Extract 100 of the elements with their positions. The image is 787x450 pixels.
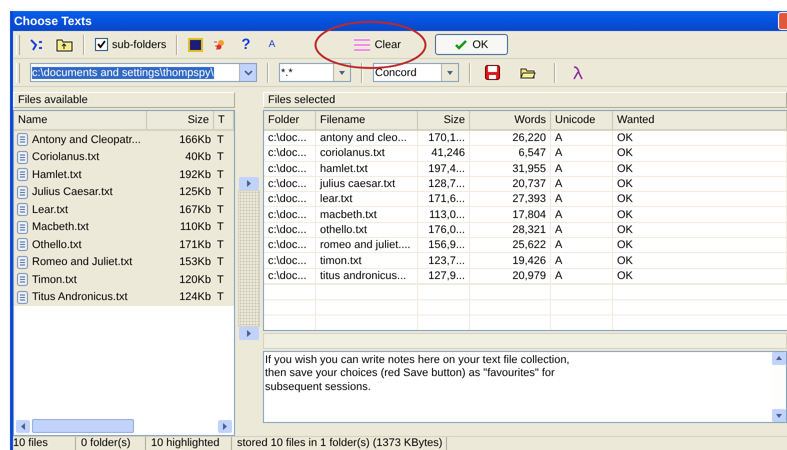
column-header[interactable]: T <box>214 111 234 129</box>
document-icon <box>17 150 28 164</box>
scroll-right-button[interactable] <box>218 420 232 432</box>
column-header[interactable]: Size <box>418 111 470 131</box>
status-text: 10 highlighted <box>151 437 232 450</box>
column-header[interactable]: Name <box>14 111 147 129</box>
pane-title: Files selected <box>263 92 787 108</box>
check-icon <box>455 40 468 50</box>
table-cell: c:\doc... <box>264 162 316 177</box>
table-cell: OK <box>613 131 787 146</box>
open-folder-icon[interactable] <box>520 66 536 78</box>
scrollbar-thumb[interactable] <box>32 419 134 433</box>
table-cell: 25,622 <box>470 238 551 254</box>
table-cell: 123,7... <box>418 253 470 269</box>
scroll-left-button[interactable] <box>16 420 30 432</box>
file-name: Julius Caesar.txt <box>32 186 113 198</box>
table-cell: OK <box>613 162 787 177</box>
table-cell: A <box>551 162 613 177</box>
subfolders-checkbox[interactable]: sub-folders <box>95 38 166 51</box>
table-cell: c:\doc... <box>264 207 316 223</box>
table-cell: 170,1... <box>418 131 470 146</box>
table-cell: 197,4... <box>418 162 470 177</box>
font-button[interactable]: A <box>268 39 276 50</box>
status-text: stored 10 files in 1 folder(s) (1373 KBytes) <box>237 437 448 450</box>
table-cell: A <box>551 253 613 269</box>
dropdown-arrow-icon <box>339 69 345 76</box>
column-header[interactable]: Unicode <box>551 111 613 131</box>
table-cell: OK <box>613 176 787 192</box>
folder-up-icon[interactable] <box>56 38 73 52</box>
arrow-icon <box>776 354 782 362</box>
save-icon[interactable] <box>485 65 500 80</box>
scroll-up-button[interactable] <box>772 352 786 365</box>
file-type: T <box>217 186 224 198</box>
table-cell: julius caesar.txt <box>316 176 418 192</box>
table-cell: 6,547 <box>470 146 551 162</box>
table-cell: antony and cleo... <box>316 131 418 146</box>
table-cell: 28,321 <box>470 222 551 238</box>
column-header[interactable]: Wanted <box>613 111 787 131</box>
file-name: Romeo and Juliet.txt <box>32 256 132 268</box>
table-cell: c:\doc... <box>264 253 316 269</box>
lambda-icon[interactable] <box>572 66 584 80</box>
add-all-button[interactable] <box>239 327 259 340</box>
column-header[interactable]: Words <box>470 111 551 131</box>
table-cell: 128,7... <box>418 176 470 192</box>
document-icon <box>17 238 28 252</box>
file-name: Titus Andronicus.txt <box>32 291 128 304</box>
table-cell: 26,220 <box>470 131 551 146</box>
table-cell: 31,955 <box>470 162 551 177</box>
status-text: 10 files <box>13 437 76 450</box>
table-cell: othello.txt <box>316 222 418 238</box>
file-type: T <box>217 238 224 251</box>
document-icon <box>17 273 28 286</box>
table-cell: 19,426 <box>470 253 551 269</box>
document-icon <box>17 256 28 269</box>
checkbox-icon[interactable] <box>95 38 108 51</box>
program-combo[interactable]: Concord <box>373 63 459 82</box>
ok-button[interactable]: OK <box>435 34 508 55</box>
file-size: 110Kb <box>180 221 211 234</box>
table-cell: c:\doc... <box>264 146 316 162</box>
table-cell: A <box>551 192 613 208</box>
help-button[interactable]: ? <box>241 36 251 53</box>
table-cell: macbeth.txt <box>316 207 418 223</box>
table-cell: OK <box>613 253 787 269</box>
file-type: T <box>217 274 224 286</box>
table-cell: OK <box>613 268 787 284</box>
table-cell: OK <box>613 222 787 238</box>
filter-combo[interactable]: *.* <box>279 63 351 82</box>
table-cell: A <box>551 146 613 162</box>
document-icon <box>17 290 28 304</box>
table-cell: A <box>551 131 613 146</box>
add-button[interactable] <box>239 177 259 190</box>
table-cell: c:\doc... <box>264 176 316 192</box>
table-cell: OK <box>613 192 787 208</box>
color-square-icon[interactable] <box>188 38 204 52</box>
path-combo[interactable]: c:\documents and settings\thompspy\ <box>30 63 257 82</box>
table-cell: A <box>551 222 613 238</box>
table-cell: c:\doc... <box>264 222 316 238</box>
file-name: Coriolanus.txt <box>32 151 100 164</box>
file-size: 192Kb <box>179 168 211 181</box>
file-name: Timon.txt <box>32 274 77 286</box>
file-name: Macbeth.txt <box>32 221 89 234</box>
table-cell: 156,9... <box>418 238 470 254</box>
file-size: 171Kb <box>179 238 211 251</box>
file-size: 166Kb <box>179 134 211 146</box>
arrow-icon <box>776 412 782 419</box>
table-cell: 41,246 <box>418 146 470 162</box>
file-size: 125Kb <box>179 186 211 198</box>
table-cell: 20,737 <box>470 176 551 192</box>
column-header[interactable]: Filename <box>316 111 418 131</box>
file-size: 167Kb <box>179 204 211 216</box>
column-header[interactable]: Folder <box>264 111 316 131</box>
pane-title: Files available <box>13 92 235 108</box>
table-cell: OK <box>613 146 787 162</box>
scroll-down-button[interactable] <box>772 408 786 422</box>
column-header[interactable]: Size <box>147 111 214 129</box>
file-name: Antony and Cleopatr... <box>32 134 141 146</box>
notes-field[interactable]: If you wish you can write notes here on your text file collection, then save your choices (red Save button) as "favourites" for subsequent sessions. <box>263 350 787 423</box>
file-size: 120Kb <box>179 274 211 286</box>
file-name: Othello.txt <box>32 238 82 251</box>
table-cell: c:\doc... <box>264 238 316 254</box>
